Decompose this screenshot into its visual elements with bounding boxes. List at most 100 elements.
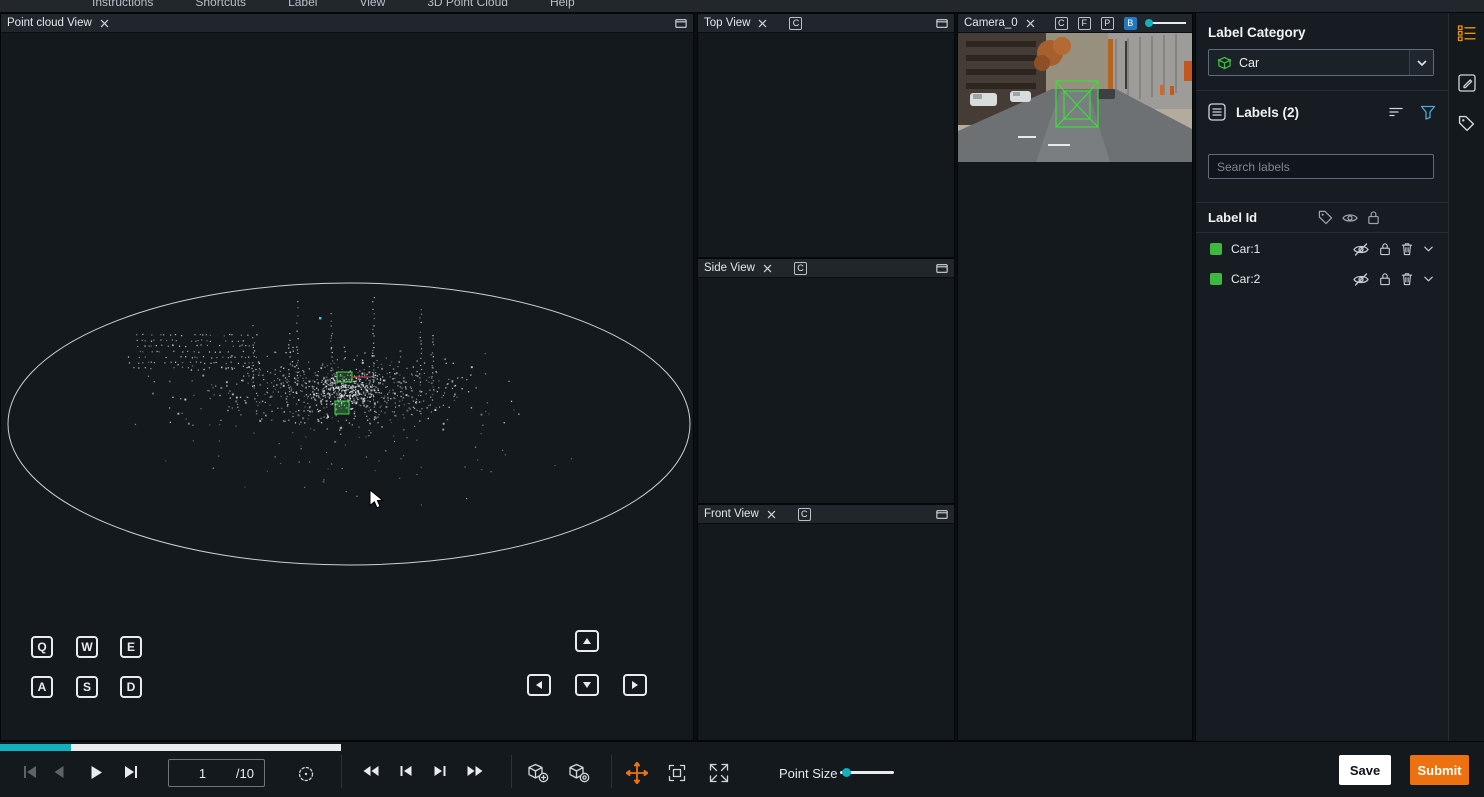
add-cuboid-options-button[interactable] [568, 763, 590, 783]
trash-icon[interactable] [1401, 272, 1413, 286]
label-search-input[interactable] [1209, 155, 1433, 178]
label-name: Car:2 [1231, 272, 1260, 286]
sort-button[interactable] [1388, 105, 1404, 119]
triangle-down-icon [582, 681, 592, 689]
label-category-value: Car [1239, 56, 1259, 70]
camera-p-button[interactable]: P [1101, 17, 1114, 30]
maximize-icon[interactable] [936, 509, 948, 520]
previous-frame-button[interactable] [53, 765, 65, 779]
top-view-title: Top View [704, 17, 750, 29]
skip-to-start-button[interactable] [22, 765, 38, 779]
lock-icon[interactable] [1379, 272, 1391, 286]
region-tool-button[interactable] [668, 764, 686, 782]
label-row[interactable]: Car:1 [1196, 234, 1448, 264]
play-button[interactable] [90, 765, 103, 780]
skip-start-icon [22, 765, 38, 779]
move-tool-button[interactable] [626, 762, 648, 784]
side-view-canvas[interactable] [698, 278, 954, 503]
filter-button[interactable] [1420, 105, 1436, 120]
close-icon[interactable] [758, 19, 767, 28]
pointcloud-canvas-area[interactable]: Q W E A S D [1, 33, 693, 740]
pan-right-button[interactable] [623, 674, 647, 696]
menu-item-instructions[interactable]: Instructions [92, 0, 153, 12]
menu-item-shortcuts[interactable]: Shortcuts [195, 0, 246, 12]
triangle-right-icon [631, 680, 639, 690]
maximize-icon[interactable] [936, 263, 948, 274]
frame-number-input[interactable] [169, 766, 236, 781]
frame-loader-button[interactable] [297, 765, 315, 783]
cube-options-icon [568, 763, 590, 783]
add-cuboid-button[interactable] [527, 763, 549, 783]
key-d-button[interactable]: D [120, 676, 142, 698]
frame-total: /10 [236, 766, 264, 781]
divider [341, 755, 342, 788]
slider-knob[interactable] [1145, 19, 1153, 27]
maximize-icon[interactable] [675, 18, 687, 29]
dropdown-caret-button[interactable] [1409, 50, 1433, 75]
tag-icon[interactable] [1318, 210, 1333, 225]
edit-tool-button[interactable] [1455, 71, 1479, 95]
submit-button[interactable]: Submit [1410, 755, 1469, 785]
lock-icon[interactable] [1379, 242, 1391, 256]
camera-c-button[interactable]: C [1055, 17, 1068, 30]
top-view-panel: Top View C [697, 13, 955, 258]
slider-track [1152, 22, 1186, 24]
front-view-c-button[interactable]: C [798, 508, 811, 521]
camera-frame-image[interactable] [958, 33, 1192, 162]
top-view-c-button[interactable]: C [789, 17, 802, 30]
eye-off-icon[interactable] [1353, 243, 1369, 256]
key-a-button[interactable]: A [31, 676, 53, 698]
menu-item-help[interactable]: Help [550, 0, 575, 12]
top-view-canvas[interactable] [698, 33, 954, 257]
key-q-button[interactable]: Q [31, 636, 53, 658]
save-button[interactable]: Save [1339, 755, 1391, 785]
eye-icon[interactable] [1342, 212, 1358, 224]
label-row[interactable]: Car:2 [1196, 264, 1448, 294]
pan-left-button[interactable] [527, 674, 551, 696]
camera-f-button[interactable]: F [1078, 17, 1091, 30]
next-frame-button[interactable] [123, 765, 139, 779]
chevron-down-icon[interactable] [1423, 275, 1434, 283]
close-icon[interactable] [767, 510, 776, 519]
close-icon[interactable] [763, 264, 772, 273]
tag-tool-button[interactable] [1455, 111, 1479, 135]
fullscreen-tool-button[interactable] [709, 763, 729, 783]
fast-forward-icon [466, 765, 484, 777]
menu-item-view[interactable]: View [359, 0, 385, 12]
eye-off-icon[interactable] [1353, 273, 1369, 286]
key-w-button[interactable]: W [76, 636, 98, 658]
label-category-title: Label Category [1208, 25, 1306, 40]
label-category-dropdown[interactable]: Car [1208, 49, 1434, 76]
step-back-button[interactable] [399, 765, 413, 777]
fast-forward-button[interactable] [466, 765, 484, 777]
menu-item-3d-point-cloud[interactable]: 3D Point Cloud [427, 0, 508, 12]
maximize-icon[interactable] [936, 18, 948, 29]
camera-title: Camera_0 [964, 17, 1018, 29]
camera-opacity-slider[interactable] [1145, 19, 1186, 27]
close-icon[interactable] [1026, 19, 1035, 28]
lock-icon[interactable] [1367, 210, 1380, 225]
trash-icon[interactable] [1401, 242, 1413, 256]
key-s-button[interactable]: S [76, 676, 98, 698]
close-icon[interactable] [100, 19, 109, 28]
point-size-slider[interactable] [840, 771, 894, 774]
step-forward-button[interactable] [433, 765, 447, 777]
camera-content [958, 33, 1192, 740]
labels-list-icon [1208, 103, 1226, 121]
chevron-down-icon[interactable] [1423, 245, 1434, 253]
camera-b-button[interactable]: B [1124, 17, 1137, 30]
frame-progress-bar[interactable] [0, 744, 341, 751]
point-size-knob[interactable] [842, 768, 851, 777]
menu-item-label[interactable]: Label [288, 0, 317, 12]
front-view-header: Front View C [698, 505, 954, 524]
camera-panel: Camera_0 C F P B [957, 13, 1193, 741]
front-view-canvas[interactable] [698, 524, 954, 740]
label-list-tool-button[interactable] [1455, 21, 1479, 45]
key-e-button[interactable]: E [120, 636, 142, 658]
pan-up-button[interactable] [575, 630, 599, 652]
side-view-c-button[interactable]: C [794, 262, 807, 275]
pan-down-button[interactable] [575, 674, 599, 696]
expand-icon [709, 763, 729, 783]
label-color-swatch [1210, 273, 1222, 285]
rewind-button[interactable] [362, 765, 380, 777]
